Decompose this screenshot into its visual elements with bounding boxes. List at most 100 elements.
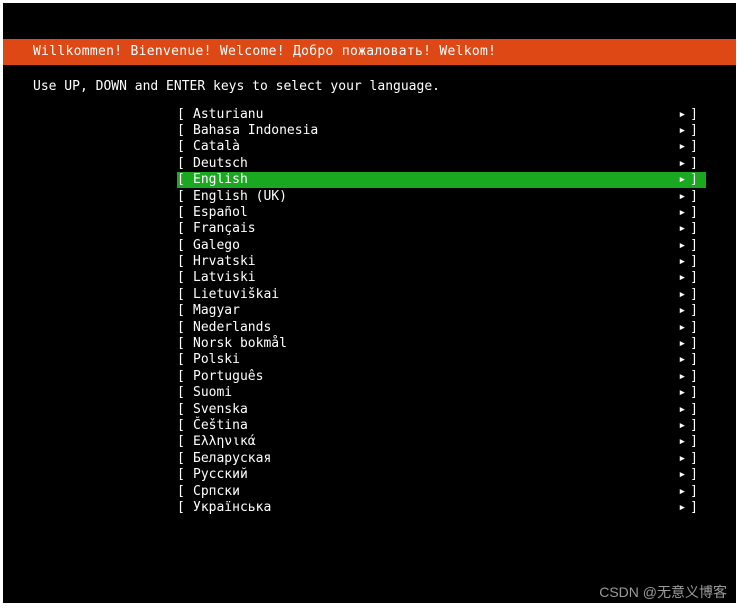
- language-name: Norsk bokmål: [193, 336, 678, 352]
- language-name: Svenska: [193, 402, 678, 418]
- language-option[interactable]: [Беларуская▸]: [177, 450, 706, 466]
- language-option[interactable]: [Русский▸]: [177, 467, 706, 483]
- bracket-right: ]: [690, 287, 698, 303]
- language-option[interactable]: [English▸]: [177, 172, 706, 188]
- bracket-right: ]: [690, 156, 698, 172]
- bracket-right: ]: [690, 172, 698, 188]
- language-name: Беларуская: [193, 451, 678, 467]
- chevron-right-icon: ▸: [678, 205, 690, 221]
- language-option[interactable]: [Lietuviškai▸]: [177, 286, 706, 302]
- chevron-right-icon: ▸: [678, 303, 690, 319]
- language-name: Українська: [193, 500, 678, 516]
- language-option[interactable]: [Latviski▸]: [177, 270, 706, 286]
- chevron-right-icon: ▸: [678, 418, 690, 434]
- language-name: Magyar: [193, 303, 678, 319]
- bracket-right: ]: [690, 189, 698, 205]
- bracket-right: ]: [690, 107, 698, 123]
- bracket-right: ]: [690, 123, 698, 139]
- language-name: Français: [193, 221, 678, 237]
- language-option[interactable]: [Polski▸]: [177, 352, 706, 368]
- language-name: Lietuviškai: [193, 287, 678, 303]
- bracket-left: [: [177, 156, 193, 172]
- language-name: Português: [193, 369, 678, 385]
- language-option[interactable]: [Українська▸]: [177, 500, 706, 516]
- language-name: Español: [193, 205, 678, 221]
- language-name: Suomi: [193, 385, 678, 401]
- chevron-right-icon: ▸: [678, 402, 690, 418]
- bracket-right: ]: [690, 369, 698, 385]
- language-option[interactable]: [Bahasa Indonesia▸]: [177, 123, 706, 139]
- language-option[interactable]: [Nederlands▸]: [177, 319, 706, 335]
- language-option[interactable]: [Suomi▸]: [177, 385, 706, 401]
- language-option[interactable]: [Svenska▸]: [177, 401, 706, 417]
- language-name: Galego: [193, 238, 678, 254]
- chevron-right-icon: ▸: [678, 107, 690, 123]
- language-name: Deutsch: [193, 156, 678, 172]
- chevron-right-icon: ▸: [678, 320, 690, 336]
- bracket-left: [: [177, 336, 193, 352]
- bracket-left: [: [177, 123, 193, 139]
- bracket-left: [: [177, 369, 193, 385]
- language-option[interactable]: [Ελληνικά▸]: [177, 434, 706, 450]
- language-option[interactable]: [Galego▸]: [177, 237, 706, 253]
- chevron-right-icon: ▸: [678, 385, 690, 401]
- bracket-right: ]: [690, 385, 698, 401]
- language-name: Bahasa Indonesia: [193, 123, 678, 139]
- chevron-right-icon: ▸: [678, 189, 690, 205]
- language-option[interactable]: [Català▸]: [177, 139, 706, 155]
- language-name: English (UK): [193, 189, 678, 205]
- bracket-right: ]: [690, 418, 698, 434]
- language-option[interactable]: [English (UK)▸]: [177, 188, 706, 204]
- chevron-right-icon: ▸: [678, 139, 690, 155]
- chevron-right-icon: ▸: [678, 352, 690, 368]
- installer-terminal: Willkommen! Bienvenue! Welcome! Добро по…: [3, 3, 736, 603]
- language-list[interactable]: [Asturianu▸][Bahasa Indonesia▸][Català▸]…: [3, 106, 736, 516]
- chevron-right-icon: ▸: [678, 451, 690, 467]
- language-option[interactable]: [Српски▸]: [177, 483, 706, 499]
- bracket-right: ]: [690, 139, 698, 155]
- bracket-left: [: [177, 385, 193, 401]
- language-option[interactable]: [Deutsch▸]: [177, 155, 706, 171]
- welcome-title: Willkommen! Bienvenue! Welcome! Добро по…: [33, 44, 496, 59]
- bracket-left: [: [177, 434, 193, 450]
- bracket-right: ]: [690, 205, 698, 221]
- bracket-right: ]: [690, 467, 698, 483]
- language-option[interactable]: [Norsk bokmål▸]: [177, 336, 706, 352]
- chevron-right-icon: ▸: [678, 434, 690, 450]
- bracket-right: ]: [690, 484, 698, 500]
- chevron-right-icon: ▸: [678, 369, 690, 385]
- chevron-right-icon: ▸: [678, 484, 690, 500]
- bracket-left: [: [177, 139, 193, 155]
- bracket-left: [: [177, 402, 193, 418]
- bracket-right: ]: [690, 336, 698, 352]
- instruction-text: Use UP, DOWN and ENTER keys to select yo…: [3, 65, 736, 107]
- chevron-right-icon: ▸: [678, 156, 690, 172]
- bracket-left: [: [177, 172, 193, 188]
- language-option[interactable]: [Français▸]: [177, 221, 706, 237]
- chevron-right-icon: ▸: [678, 238, 690, 254]
- language-option[interactable]: [Čeština▸]: [177, 418, 706, 434]
- language-option[interactable]: [Español▸]: [177, 205, 706, 221]
- language-option[interactable]: [Hrvatski▸]: [177, 254, 706, 270]
- bracket-left: [: [177, 467, 193, 483]
- welcome-header: Willkommen! Bienvenue! Welcome! Добро по…: [3, 39, 736, 65]
- chevron-right-icon: ▸: [678, 500, 690, 516]
- language-name: Hrvatski: [193, 254, 678, 270]
- chevron-right-icon: ▸: [678, 221, 690, 237]
- bracket-right: ]: [690, 434, 698, 450]
- language-option[interactable]: [Asturianu▸]: [177, 106, 706, 122]
- language-option[interactable]: [Magyar▸]: [177, 303, 706, 319]
- bracket-right: ]: [690, 254, 698, 270]
- chevron-right-icon: ▸: [678, 467, 690, 483]
- bracket-left: [: [177, 320, 193, 336]
- bracket-left: [: [177, 205, 193, 221]
- watermark: CSDN @无意义博客: [599, 582, 727, 602]
- bracket-left: [: [177, 287, 193, 303]
- bracket-right: ]: [690, 303, 698, 319]
- language-name: Српски: [193, 484, 678, 500]
- bracket-left: [: [177, 352, 193, 368]
- bracket-right: ]: [690, 270, 698, 286]
- chevron-right-icon: ▸: [678, 270, 690, 286]
- language-option[interactable]: [Português▸]: [177, 368, 706, 384]
- chevron-right-icon: ▸: [678, 287, 690, 303]
